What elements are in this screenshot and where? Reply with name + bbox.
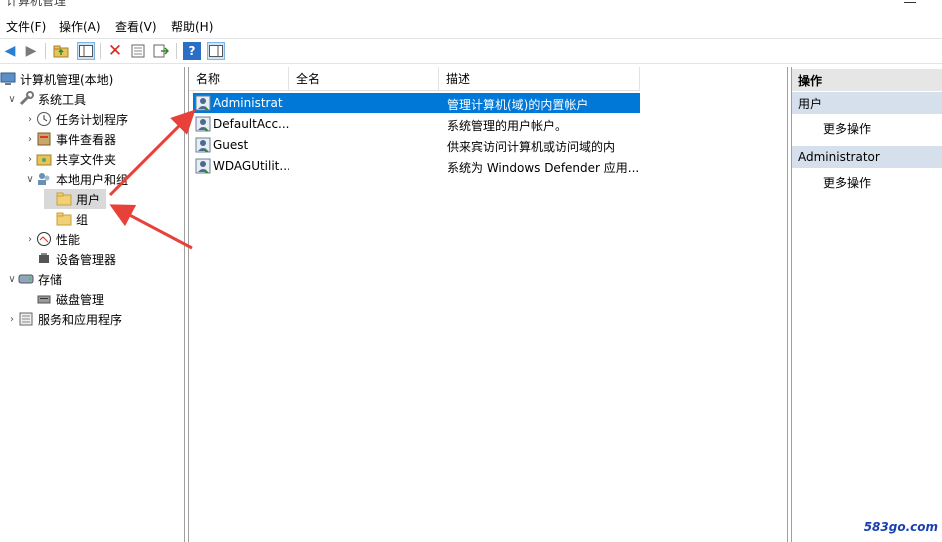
back-icon[interactable]: ◀	[1, 42, 19, 60]
actions-pane: 操作 用户 更多操作 Administrator 更多操作	[791, 67, 942, 542]
tree-node[interactable]: 用户	[44, 189, 107, 209]
tree-node[interactable]: 磁盘管理	[24, 289, 104, 309]
cell-description: 供来宾访问计算机或访问域的内	[447, 140, 616, 154]
actions-section-administrator[interactable]: Administrator	[792, 146, 942, 168]
more-actions-link[interactable]: 更多操作	[823, 174, 871, 191]
tree-node-label: 本地用户和组	[56, 172, 129, 187]
chevron-down-icon[interactable]: ∨	[24, 174, 36, 185]
more-actions-link[interactable]: 更多操作	[823, 120, 871, 137]
shared-folders-icon	[36, 151, 52, 167]
table-row[interactable]: Guest 供来宾访问计算机或访问域的内	[193, 135, 640, 155]
window-title: 计算机管理	[6, 0, 67, 8]
tree-node[interactable]: 设备管理器	[24, 249, 116, 269]
performance-icon	[36, 231, 52, 247]
actions-pane-title: 操作	[792, 69, 942, 91]
chevron-down-icon[interactable]: ∨	[6, 274, 18, 285]
tree-node-label: 计算机管理(本地)	[20, 72, 114, 87]
column-label: 全名	[296, 72, 321, 86]
chevron-right-icon[interactable]: ›	[24, 234, 36, 245]
cell-description: 系统为 Windows Defender 应用...	[447, 161, 639, 175]
tree-node[interactable]: ∨ 系统工具	[6, 89, 86, 109]
column-header-name[interactable]: 名称	[189, 67, 289, 91]
chevron-right-icon[interactable]: ›	[24, 134, 36, 145]
column-label: 名称	[196, 72, 221, 86]
actions-section-users[interactable]: 用户	[792, 92, 942, 114]
tree-node-label: 事件查看器	[56, 132, 117, 147]
tree-node-label: 性能	[56, 232, 81, 247]
column-header-description[interactable]: 描述	[439, 67, 640, 91]
computer-management-icon	[0, 71, 16, 87]
chevron-right-icon[interactable]: ›	[24, 154, 36, 165]
event-viewer-icon	[36, 131, 52, 147]
forward-icon[interactable]: ▶	[22, 42, 40, 60]
toolbar-separator	[100, 43, 101, 59]
menu-action[interactable]: 操作(A)	[59, 18, 101, 35]
user-account-icon	[195, 158, 211, 174]
delete-icon[interactable]: ✕	[106, 41, 124, 61]
tree-node-label: 存储	[38, 272, 63, 287]
tree-node[interactable]: › 事件查看器	[24, 129, 116, 149]
tree-node-label: 设备管理器	[56, 252, 117, 267]
minimize-button[interactable]	[904, 0, 916, 3]
chevron-down-icon[interactable]: ∨	[6, 94, 18, 105]
table-row[interactable]: DefaultAcc... 系统管理的用户帐户。	[193, 114, 640, 134]
column-header-fullname[interactable]: 全名	[289, 67, 439, 91]
menu-view[interactable]: 查看(V)	[115, 18, 157, 35]
action-pane-icon[interactable]	[207, 42, 225, 60]
tree-node[interactable]: 计算机管理(本地)	[0, 69, 113, 89]
folder-icon	[56, 211, 72, 227]
toolbar: ◀ ▶ ✕ ?	[0, 38, 942, 64]
tree-node[interactable]: › 性能	[24, 229, 80, 249]
users-list-view: 名称 全名 描述 Administrat 管理计算机(域)的内置帐户 Default…	[188, 67, 788, 542]
tree-node[interactable]: › 共享文件夹	[24, 149, 116, 169]
tree-node-label: 共享文件夹	[56, 152, 117, 167]
cell-description: 系统管理的用户帐户。	[447, 119, 568, 133]
storage-icon	[18, 271, 34, 287]
user-account-icon	[195, 95, 211, 111]
tree-node-label: 任务计划程序	[56, 112, 129, 127]
tree-node-label: 系统工具	[38, 92, 87, 107]
help-icon[interactable]: ?	[183, 42, 201, 60]
tree-node-label: 服务和应用程序	[38, 312, 123, 327]
cell-name: WDAGUtilit...	[213, 159, 289, 173]
services-apps-icon	[18, 311, 34, 327]
menu-bar: 文件(F) 操作(A) 查看(V) 帮助(H)	[0, 14, 942, 36]
cell-name: Guest	[213, 138, 249, 152]
tree-node[interactable]: 组	[44, 209, 88, 229]
chevron-right-icon[interactable]: ›	[24, 114, 36, 125]
console-tree: 计算机管理(本地) ∨ 系统工具 › 任务计划程序 › 事件查看器 › 共享文件夹 ∨ 本地用户和组…	[0, 67, 185, 542]
toolbar-separator	[45, 43, 46, 59]
chevron-right-icon[interactable]: ›	[6, 314, 18, 325]
tree-node[interactable]: ∨ 本地用户和组	[24, 169, 128, 189]
cell-description: 管理计算机(域)的内置帐户	[447, 98, 589, 112]
folder-icon	[56, 191, 72, 207]
system-tools-icon	[18, 91, 34, 107]
local-users-groups-icon	[36, 171, 52, 187]
tree-node[interactable]: ∨ 存储	[6, 269, 62, 289]
properties-icon[interactable]	[129, 42, 147, 60]
watermark: 583go.com	[863, 520, 938, 534]
tree-node-label: 磁盘管理	[56, 292, 105, 307]
device-manager-icon	[36, 251, 52, 267]
table-row[interactable]: WDAGUtilit... 系统为 Windows Defender 应用...	[193, 156, 640, 176]
user-account-icon	[195, 116, 211, 132]
tree-node[interactable]: › 任务计划程序	[24, 109, 128, 129]
cell-name: Administrat	[213, 96, 283, 110]
table-row[interactable]: Administrat 管理计算机(域)的内置帐户	[193, 93, 640, 113]
title-bar: 计算机管理	[0, 0, 942, 8]
menu-file[interactable]: 文件(F)	[6, 18, 46, 35]
user-account-icon	[195, 137, 211, 153]
export-icon[interactable]	[152, 42, 170, 60]
column-label: 描述	[446, 72, 471, 86]
task-scheduler-icon	[36, 111, 52, 127]
disk-management-icon	[36, 291, 52, 307]
toolbar-separator	[176, 43, 177, 59]
show-hide-tree-icon[interactable]	[77, 42, 95, 60]
menu-help[interactable]: 帮助(H)	[171, 18, 213, 35]
tree-node-label: 用户	[76, 192, 101, 207]
tree-node[interactable]: › 服务和应用程序	[6, 309, 122, 329]
up-folder-icon[interactable]	[52, 42, 70, 60]
cell-name: DefaultAcc...	[213, 117, 289, 131]
tree-node-label: 组	[76, 212, 89, 227]
